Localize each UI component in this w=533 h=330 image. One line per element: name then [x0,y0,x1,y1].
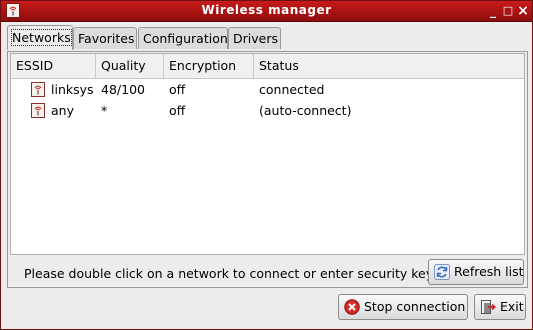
wifi-icon [31,82,45,97]
stop-connection-button[interactable]: Stop connection [338,294,468,320]
maximize-button[interactable]: □ [501,4,515,18]
cell-essid: any [51,103,74,118]
exit-icon [480,299,497,315]
instruction-text: Please double click on a network to conn… [24,266,434,281]
refresh-list-label: Refresh list [454,264,524,279]
column-header-essid[interactable]: ESSID [11,54,96,78]
cell-quality: * [101,103,108,118]
cell-encryption: off [169,82,186,97]
tab-configuration-label: Configuration [143,31,228,46]
cell-status: connected [259,82,325,97]
tab-drivers[interactable]: Drivers [228,27,281,49]
column-header-quality[interactable]: Quality [96,54,164,78]
wireless-manager-window: Wireless manager _ □ × Networks Favorite… [0,0,533,330]
tab-configuration[interactable]: Configuration [138,27,228,49]
exit-label: Exit [500,299,524,314]
stop-connection-label: Stop connection [364,299,466,314]
list-header: ESSID Quality Encryption Status [11,54,524,79]
exit-button[interactable]: Exit [474,294,526,320]
table-row[interactable]: any * off (auto-connect) [11,100,524,121]
cell-status: (auto-connect) [259,103,352,118]
title-bar[interactable]: Wireless manager _ □ × [1,1,532,22]
wifi-icon [31,103,45,118]
cell-essid: linksys [51,82,94,97]
cell-encryption: off [169,103,186,118]
cell-quality: 48/100 [101,82,145,97]
table-row[interactable]: linksys 48/100 off connected [11,79,524,100]
column-header-encryption[interactable]: Encryption [164,54,254,78]
tab-drivers-label: Drivers [233,31,278,46]
column-header-status[interactable]: Status [254,54,524,78]
tab-favorites[interactable]: Favorites [73,27,137,49]
tab-networks-label: Networks [11,29,72,46]
close-button[interactable]: × [516,4,530,18]
refresh-icon [434,264,450,280]
minimize-button[interactable]: _ [486,4,500,18]
window-title: Wireless manager [201,3,332,17]
networks-panel: ESSID Quality Encryption Status linksys [7,51,528,288]
network-list[interactable]: ESSID Quality Encryption Status linksys [10,53,525,255]
tab-networks[interactable]: Networks [7,25,73,50]
refresh-list-button[interactable]: Refresh list [428,259,524,285]
tab-favorites-label: Favorites [78,31,135,46]
stop-icon [344,299,360,315]
